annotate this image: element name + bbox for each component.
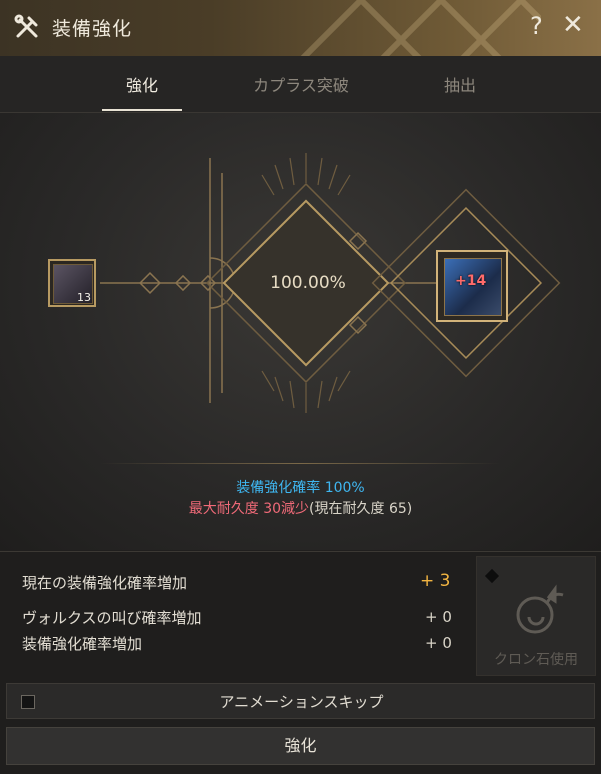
animation-skip-toggle[interactable]: アニメーションスキップ bbox=[6, 683, 595, 719]
tab-bar: 強化 カプラス突破 抽出 bbox=[0, 56, 601, 113]
durability-info-line: 最大耐久度 30減少(現在耐久度 65) bbox=[0, 498, 601, 518]
hammer-wrench-icon bbox=[14, 14, 38, 38]
question-icon[interactable]: ? bbox=[530, 12, 543, 40]
bonus-value-current: + 3 bbox=[420, 571, 451, 591]
rate-info-label: 装備強化確率 bbox=[236, 480, 321, 496]
title-decoration bbox=[300, 0, 541, 56]
cron-diamond-icon bbox=[484, 568, 500, 584]
cron-stone-button[interactable]: クロン石使用 bbox=[476, 556, 596, 676]
rate-info-line: 装備強化確率 100% bbox=[0, 477, 601, 497]
enhance-window: 装備強化 ? ✕ 強化 カプラス突破 抽出 13 100.00% +14 装備強… bbox=[0, 0, 601, 774]
tab-caphras[interactable]: カプラス突破 bbox=[236, 72, 366, 96]
enhance-level-label: +14 bbox=[455, 273, 487, 289]
cron-stone-icon bbox=[516, 584, 564, 634]
window-title: 装備強化 bbox=[52, 18, 133, 40]
bonus-value-enhance: + 0 bbox=[425, 634, 452, 652]
active-tab-indicator bbox=[102, 109, 182, 111]
material-slot[interactable]: 13 bbox=[48, 259, 96, 307]
rate-info-value: 100% bbox=[324, 480, 365, 496]
durability-label: 最大耐久度 bbox=[188, 501, 259, 517]
bonus-label-current: 現在の装備強化確率増加 bbox=[22, 574, 188, 592]
bonus-label-volks: ヴォルクスの叫び確率増加 bbox=[22, 609, 202, 627]
current-durability: (現在耐久度 65) bbox=[309, 501, 413, 517]
material-count: 13 bbox=[77, 291, 91, 304]
animation-skip-label: アニメーションスキップ bbox=[219, 693, 384, 711]
info-separator bbox=[100, 463, 500, 464]
tab-extract[interactable]: 抽出 bbox=[420, 72, 500, 96]
tab-enhance[interactable]: 強化 bbox=[102, 72, 182, 96]
close-icon[interactable]: ✕ bbox=[562, 10, 584, 40]
success-rate: 100.00% bbox=[270, 273, 346, 293]
bonus-label-enhance: 装備強化確率増加 bbox=[22, 635, 143, 653]
title-bar[interactable]: 装備強化 ? ✕ bbox=[0, 0, 601, 57]
durability-value: 30減少 bbox=[263, 501, 310, 517]
enhance-button[interactable]: 強化 bbox=[6, 727, 595, 765]
bonus-value-volks: + 0 bbox=[425, 608, 452, 626]
enhance-stage: 13 100.00% +14 装備強化確率 100% 最大耐久度 30減少(現在… bbox=[0, 113, 601, 550]
cron-stone-label: クロン石使用 bbox=[494, 652, 578, 668]
